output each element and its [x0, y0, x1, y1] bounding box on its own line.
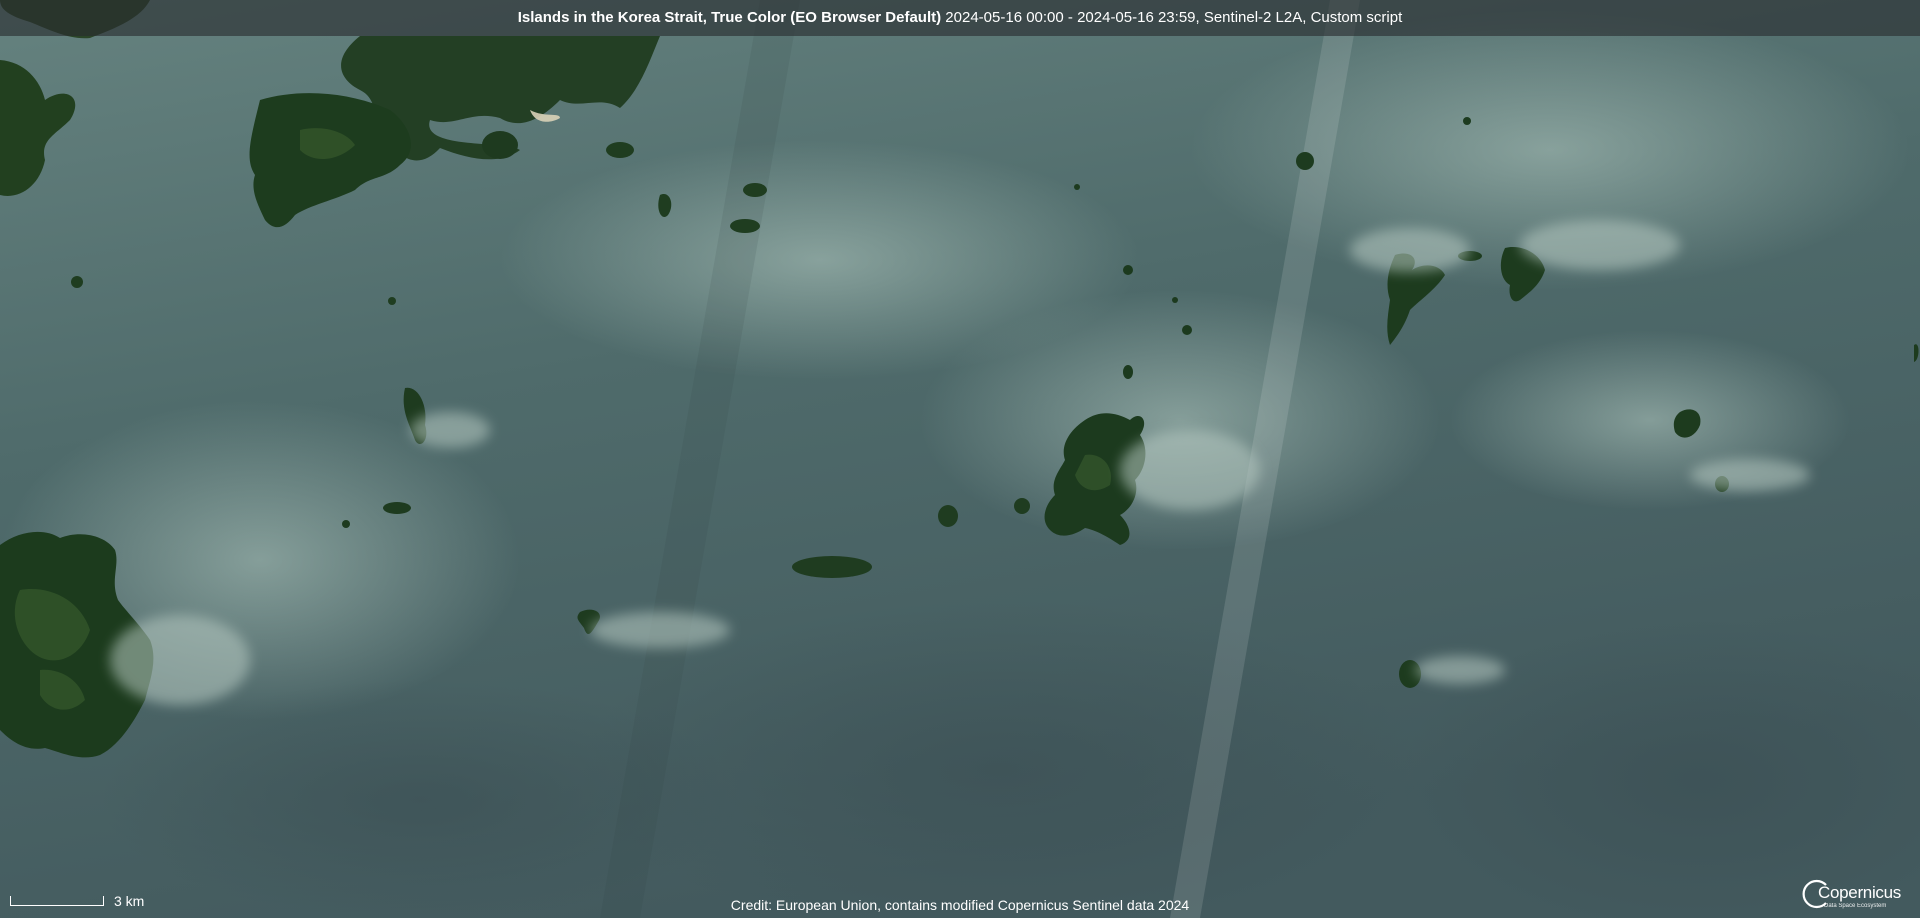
logo-subtitle: Data Space Ecosystem	[1824, 903, 1887, 909]
logo-wordmark: Copernicus	[1818, 883, 1901, 902]
credit-text: Credit: European Union, contains modifie…	[730, 897, 1190, 913]
title-bar: Islands in the Korea Strait, True Color …	[0, 0, 1920, 36]
image-details: 2024-05-16 00:00 - 2024-05-16 23:59, Sen…	[941, 9, 1403, 26]
satellite-image[interactable]	[0, 0, 1920, 918]
image-title: Islands in the Korea Strait, True Color …	[517, 9, 942, 26]
copernicus-logo: Copernicus Data Space Ecosystem	[1800, 878, 1901, 914]
